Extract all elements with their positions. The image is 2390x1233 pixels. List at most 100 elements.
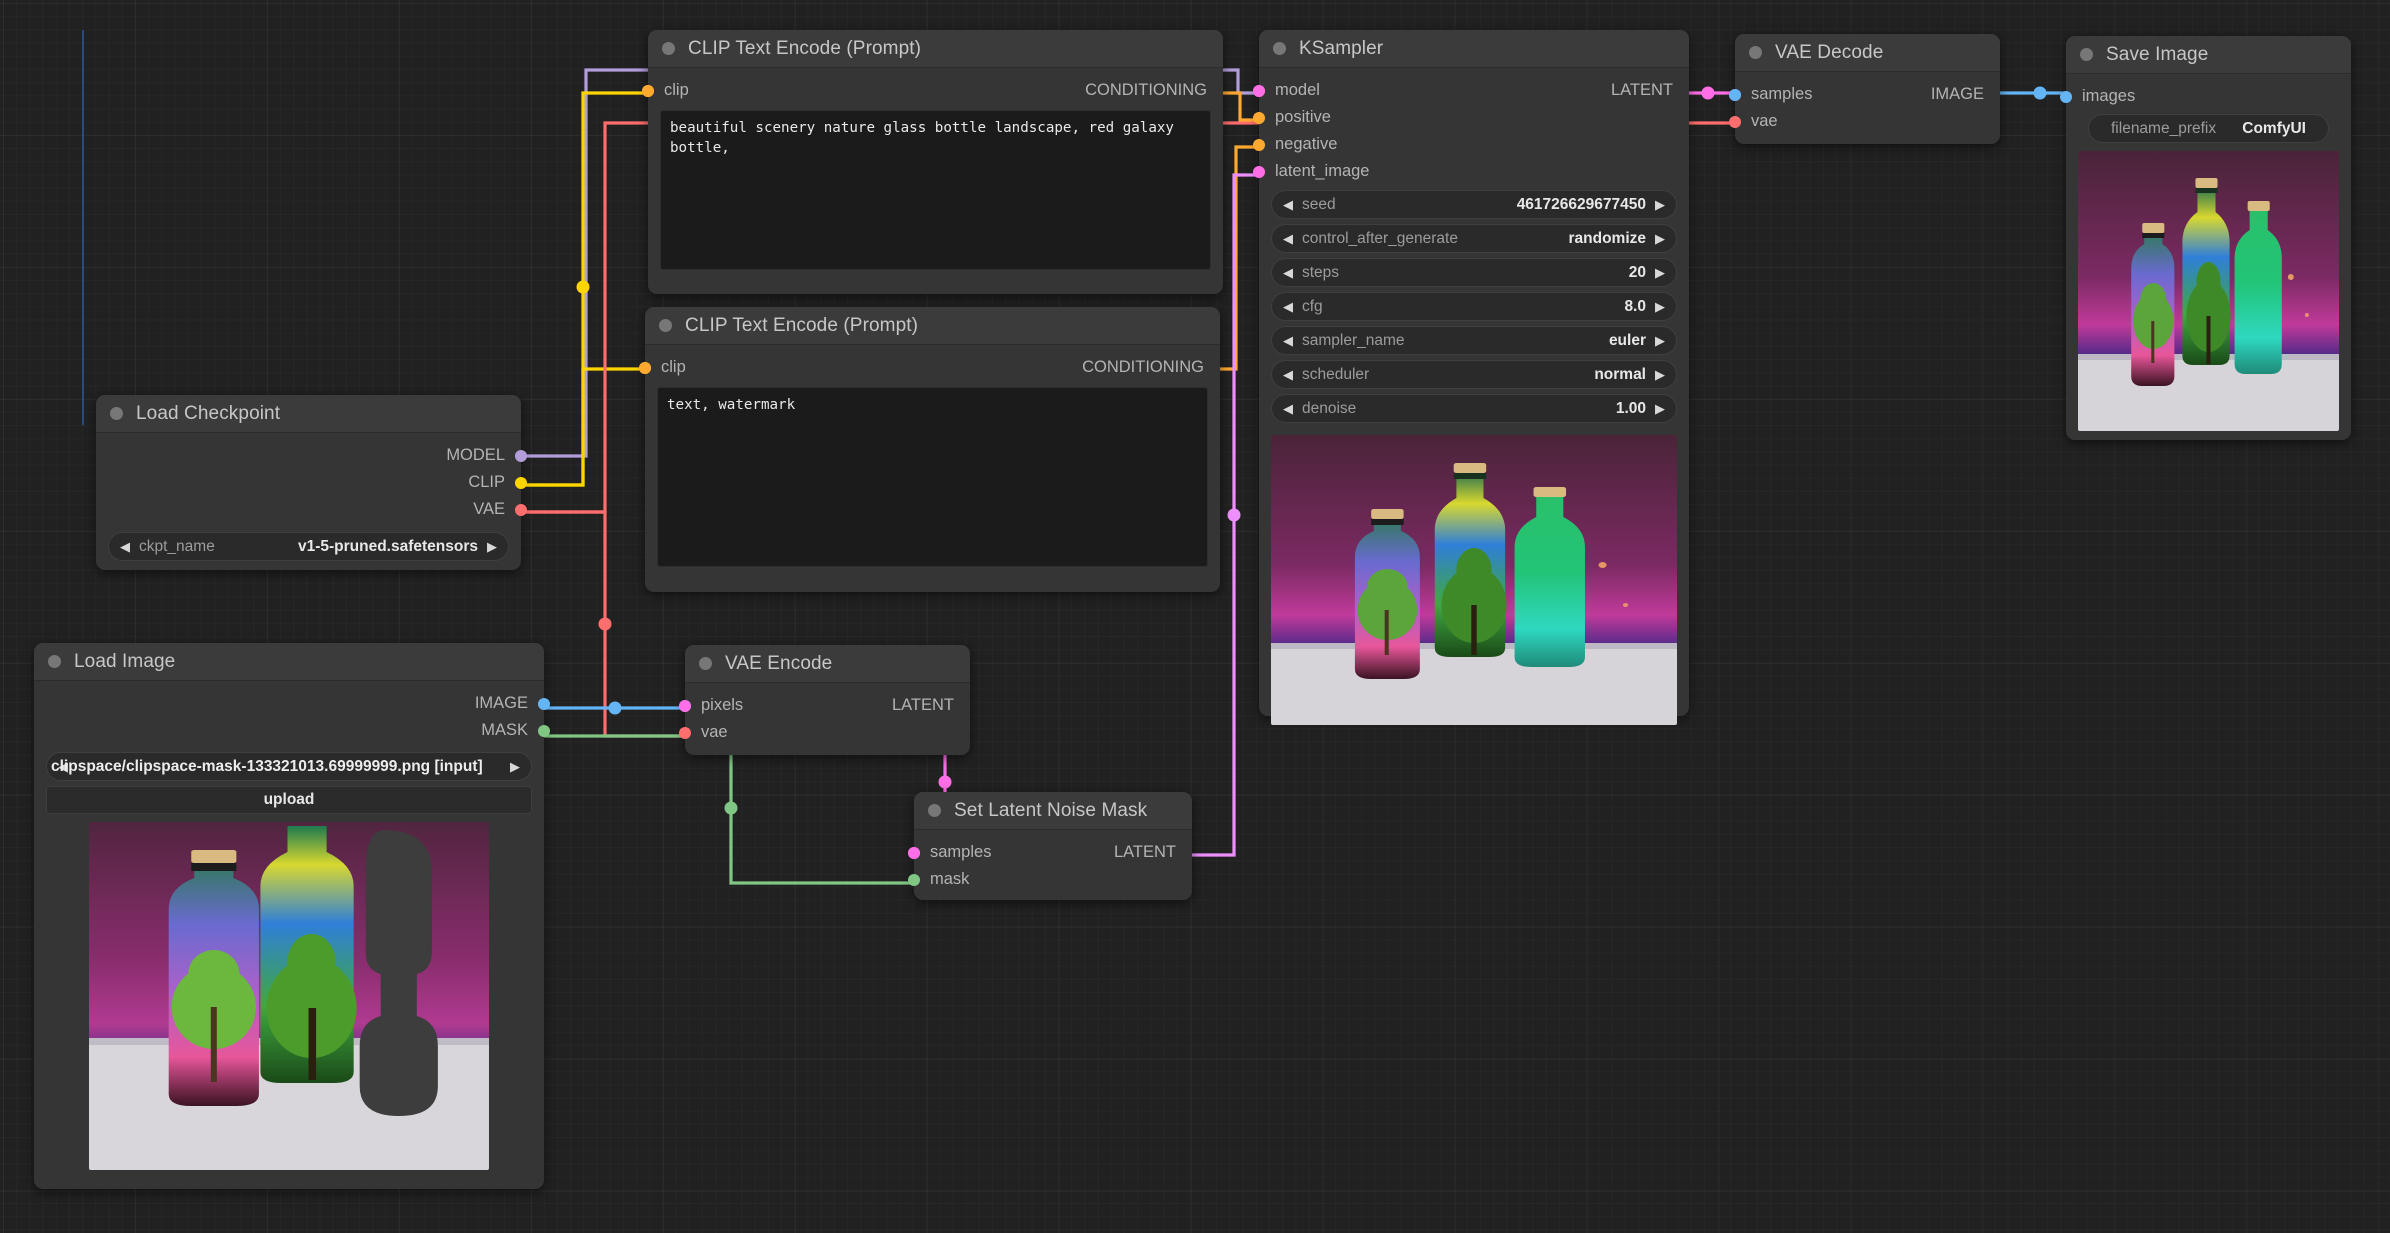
widget-scheduler[interactable]: ◀ scheduler normal ▶ — [1271, 360, 1677, 389]
node-save-image[interactable]: Save Image images filename_prefix ComfyU… — [2060, 36, 2351, 440]
node-title: Load Checkpoint — [136, 402, 281, 424]
output-slot-label: CLIP — [468, 473, 505, 491]
output-slot-clip-icon[interactable] — [515, 476, 527, 489]
widget-filename-prefix[interactable]: filename_prefix ComfyUI — [2088, 114, 2329, 143]
node-header[interactable]: CLIP Text Encode (Prompt) — [648, 30, 1223, 68]
save-image-preview[interactable] — [2078, 151, 2339, 431]
collapse-dot-icon[interactable] — [928, 804, 941, 817]
increment-arrow-icon[interactable]: ▶ — [487, 540, 497, 553]
output-slot-mask-icon[interactable] — [538, 724, 550, 737]
node-header[interactable]: KSampler — [1259, 30, 1689, 68]
node-title: VAE Encode — [725, 652, 833, 674]
collapse-dot-icon[interactable] — [699, 657, 712, 670]
input-slot-vae-icon[interactable] — [1729, 115, 1741, 128]
node-clip-text-encode-negative[interactable]: CLIP Text Encode (Prompt) clip CONDITION… — [639, 307, 1220, 592]
upload-button[interactable]: upload — [46, 786, 532, 814]
widget-value: 20 — [1628, 263, 1646, 281]
node-load-image[interactable]: Load Image IMAGE MASK ◀ clipspace/clipsp… — [34, 643, 550, 1189]
widget-sampler-name[interactable]: ◀ sampler_name euler ▶ — [1271, 326, 1677, 355]
collapse-dot-icon[interactable] — [659, 319, 672, 332]
decrement-arrow-icon[interactable]: ◀ — [1283, 266, 1293, 279]
output-slot-vae-icon[interactable] — [515, 503, 527, 516]
widget-value: 1.00 — [1615, 399, 1646, 417]
slot-row: MASK — [34, 717, 550, 744]
node-header[interactable]: Set Latent Noise Mask — [914, 792, 1192, 830]
load-image-preview[interactable] — [89, 822, 489, 1170]
prompt-textarea[interactable]: text, watermark — [657, 387, 1208, 567]
output-slot-conditioning-icon[interactable] — [639, 361, 651, 374]
decrement-arrow-icon[interactable]: ◀ — [1283, 232, 1293, 245]
collapse-dot-icon[interactable] — [2080, 48, 2093, 61]
widget-value: ComfyUI — [2242, 119, 2306, 137]
increment-arrow-icon[interactable]: ▶ — [510, 760, 520, 773]
increment-arrow-icon[interactable]: ▶ — [1655, 266, 1665, 279]
decrement-arrow-icon[interactable]: ◀ — [1283, 368, 1293, 381]
node-clip-text-encode-positive[interactable]: CLIP Text Encode (Prompt) clip CONDITION… — [642, 30, 1223, 294]
prompt-textarea[interactable]: beautiful scenery nature glass bottle la… — [660, 110, 1211, 270]
widget-label: control_after_generate — [1302, 229, 1458, 247]
node-vae-encode[interactable]: VAE Encode pixels LATENT vae — [679, 645, 970, 755]
node-header[interactable]: Load Checkpoint — [96, 395, 521, 433]
node-ksampler[interactable]: KSampler model LATENT positive negative … — [1253, 30, 1689, 725]
node-header[interactable]: CLIP Text Encode (Prompt) — [645, 307, 1220, 345]
increment-arrow-icon[interactable]: ▶ — [1655, 402, 1665, 415]
decrement-arrow-icon[interactable]: ◀ — [1283, 402, 1293, 415]
node-title: KSampler — [1299, 37, 1384, 59]
node-header[interactable]: VAE Encode — [685, 645, 970, 683]
slot-row: CLIP — [96, 469, 527, 496]
output-slot-model-icon[interactable] — [515, 449, 527, 462]
collapse-dot-icon[interactable] — [1273, 42, 1286, 55]
increment-arrow-icon[interactable]: ▶ — [1655, 334, 1665, 347]
output-slot-latent-icon[interactable] — [679, 699, 691, 712]
output-slot-conditioning-icon[interactable] — [642, 84, 654, 97]
node-set-latent-noise-mask[interactable]: Set Latent Noise Mask samples LATENT mas… — [908, 792, 1192, 900]
widget-denoise[interactable]: ◀ denoise 1.00 ▶ — [1271, 394, 1677, 423]
input-slot-label: clip — [664, 81, 689, 99]
increment-arrow-icon[interactable]: ▶ — [1655, 198, 1665, 211]
collapse-dot-icon[interactable] — [1749, 46, 1762, 59]
input-slot-images-icon[interactable] — [2060, 90, 2072, 103]
increment-arrow-icon[interactable]: ▶ — [1655, 300, 1665, 313]
decrement-arrow-icon[interactable]: ◀ — [1283, 300, 1293, 313]
input-slot-label: clip — [661, 358, 686, 376]
widget-control-after-generate[interactable]: ◀ control_after_generate randomize ▶ — [1271, 224, 1677, 253]
node-header[interactable]: Save Image — [2066, 36, 2351, 74]
input-slot-negative-icon[interactable] — [1253, 138, 1265, 151]
widget-cfg[interactable]: ◀ cfg 8.0 ▶ — [1271, 292, 1677, 321]
output-slot-latent-icon[interactable] — [1253, 84, 1265, 97]
decrement-arrow-icon[interactable]: ◀ — [1283, 334, 1293, 347]
ksampler-preview-image[interactable] — [1271, 435, 1677, 725]
node-vae-decode[interactable]: VAE Decode samples IMAGE vae — [1729, 34, 2000, 144]
graph-canvas[interactable]: CLIP Text Encode (Prompt) clip CONDITION… — [0, 0, 2390, 1233]
node-load-checkpoint[interactable]: Load Checkpoint MODEL CLIP VAE ◀ ckpt_na… — [96, 395, 527, 570]
widget-image[interactable]: ◀ clipspace/clipspace-mask-133321013.699… — [46, 752, 532, 781]
output-slot-image-icon[interactable] — [1729, 88, 1741, 101]
input-slot-vae-icon[interactable] — [679, 726, 691, 739]
node-title: Save Image — [2106, 43, 2209, 65]
widget-seed[interactable]: ◀ seed 461726629677450 ▶ — [1271, 190, 1677, 219]
widget-label: denoise — [1302, 399, 1357, 417]
input-slot-positive-icon[interactable] — [1253, 111, 1265, 124]
decrement-arrow-icon[interactable]: ◀ — [120, 540, 130, 553]
widget-steps[interactable]: ◀ steps 20 ▶ — [1271, 258, 1677, 287]
increment-arrow-icon[interactable]: ▶ — [1655, 368, 1665, 381]
canvas-guide-line — [82, 30, 84, 425]
decrement-arrow-icon[interactable]: ◀ — [1283, 198, 1293, 211]
input-slot-latent-image-icon[interactable] — [1253, 165, 1265, 178]
slot-row: samples LATENT — [908, 839, 1192, 866]
collapse-dot-icon[interactable] — [48, 655, 61, 668]
node-header[interactable]: Load Image — [34, 643, 544, 681]
input-slot-mask-icon[interactable] — [908, 873, 920, 886]
node-body: samples LATENT mask — [908, 830, 1192, 905]
widget-label: cfg — [1302, 297, 1323, 315]
input-slot-label: samples — [1751, 85, 1813, 103]
widget-ckpt-name[interactable]: ◀ ckpt_name v1-5-pruned.safetensors ▶ — [108, 532, 509, 561]
output-slot-latent-icon[interactable] — [908, 846, 920, 859]
output-slot-image-icon[interactable] — [538, 697, 550, 710]
collapse-dot-icon[interactable] — [662, 42, 675, 55]
collapse-dot-icon[interactable] — [110, 407, 123, 420]
increment-arrow-icon[interactable]: ▶ — [1655, 232, 1665, 245]
node-header[interactable]: VAE Decode — [1735, 34, 2000, 72]
widget-value: v1-5-pruned.safetensors — [297, 537, 478, 555]
output-slot-label: MASK — [481, 721, 528, 739]
